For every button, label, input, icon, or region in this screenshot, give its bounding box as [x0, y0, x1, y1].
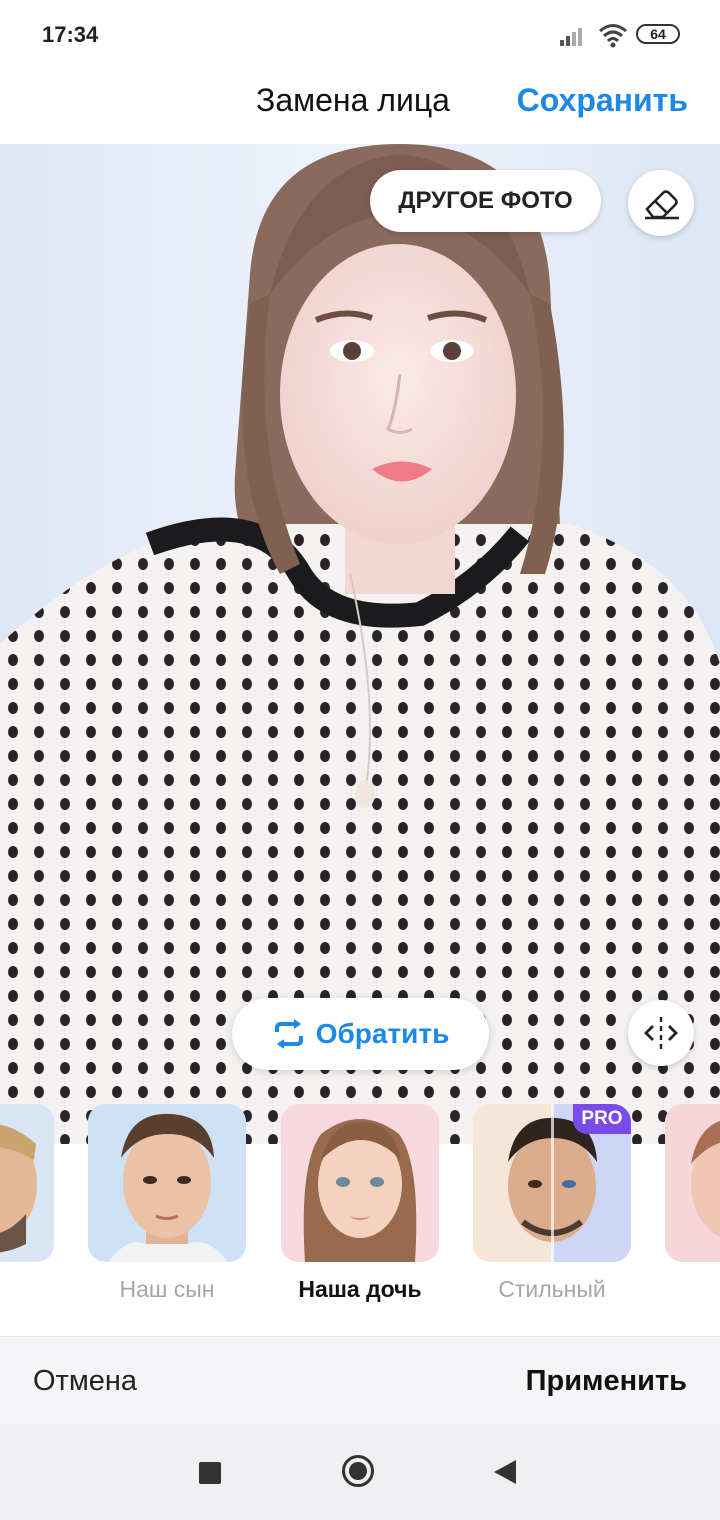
page-title: Замена лица [256, 82, 450, 118]
style-item[interactable]: PRO Стильный [473, 1104, 631, 1303]
battery-icon: 64 [636, 24, 680, 44]
battery-level: 64 [650, 26, 666, 42]
eraser-icon [645, 190, 679, 220]
reverse-label: Обратить [315, 1018, 450, 1049]
signal-icon [560, 28, 582, 46]
pro-badge: PRO [573, 1104, 631, 1134]
style-label: Л [665, 1276, 720, 1303]
other-photo-label: ДРУГОЕ ФОТО [398, 187, 573, 214]
style-label: Наша дочь [298, 1276, 422, 1302]
system-nav-bar [0, 1424, 720, 1520]
action-bar: Отмена Применить [0, 1336, 720, 1425]
style-thumbnail [281, 1104, 439, 1262]
status-time: 17:34 [42, 22, 99, 47]
eraser-button[interactable] [628, 170, 694, 236]
cancel-button[interactable]: Отмена [33, 1365, 137, 1398]
style-item-selected[interactable]: Наша дочь [281, 1104, 439, 1303]
style-label: Стильный [498, 1276, 606, 1302]
style-item[interactable]: Л [665, 1104, 720, 1303]
header: Замена лица Сохранить [0, 70, 720, 144]
compare-split-icon [644, 1017, 678, 1049]
style-label: нг [0, 1276, 54, 1303]
style-item[interactable]: нг [0, 1104, 54, 1303]
back-icon[interactable] [494, 1460, 516, 1484]
wifi-icon [599, 24, 627, 48]
compare-button[interactable] [628, 1000, 694, 1066]
reverse-button[interactable]: Обратить [232, 998, 489, 1070]
style-thumbnail: PRO [473, 1104, 631, 1262]
style-label: Наш сын [119, 1276, 215, 1302]
face-swap-screen: 17:34 64 Замена лица Сохранить ДРУГОЕ ФО… [0, 0, 720, 1520]
apply-button[interactable]: Применить [526, 1365, 687, 1398]
style-thumbnail [0, 1104, 54, 1262]
save-button[interactable]: Сохранить [517, 82, 688, 119]
recents-icon[interactable] [199, 1462, 221, 1484]
home-icon[interactable] [342, 1455, 374, 1487]
style-thumbnail [88, 1104, 246, 1262]
style-item[interactable]: Наш сын [88, 1104, 246, 1303]
styles-carousel[interactable]: нг Наш сын [0, 1100, 720, 1336]
other-photo-button[interactable]: ДРУГОЕ ФОТО [370, 170, 601, 232]
portrait-image [0, 144, 720, 1144]
swap-arrows-icon [274, 1019, 303, 1049]
style-thumbnail [665, 1104, 720, 1262]
photo-preview: ДРУГОЕ ФОТО Обратить [0, 144, 720, 1144]
status-bar: 17:34 64 [0, 0, 720, 70]
